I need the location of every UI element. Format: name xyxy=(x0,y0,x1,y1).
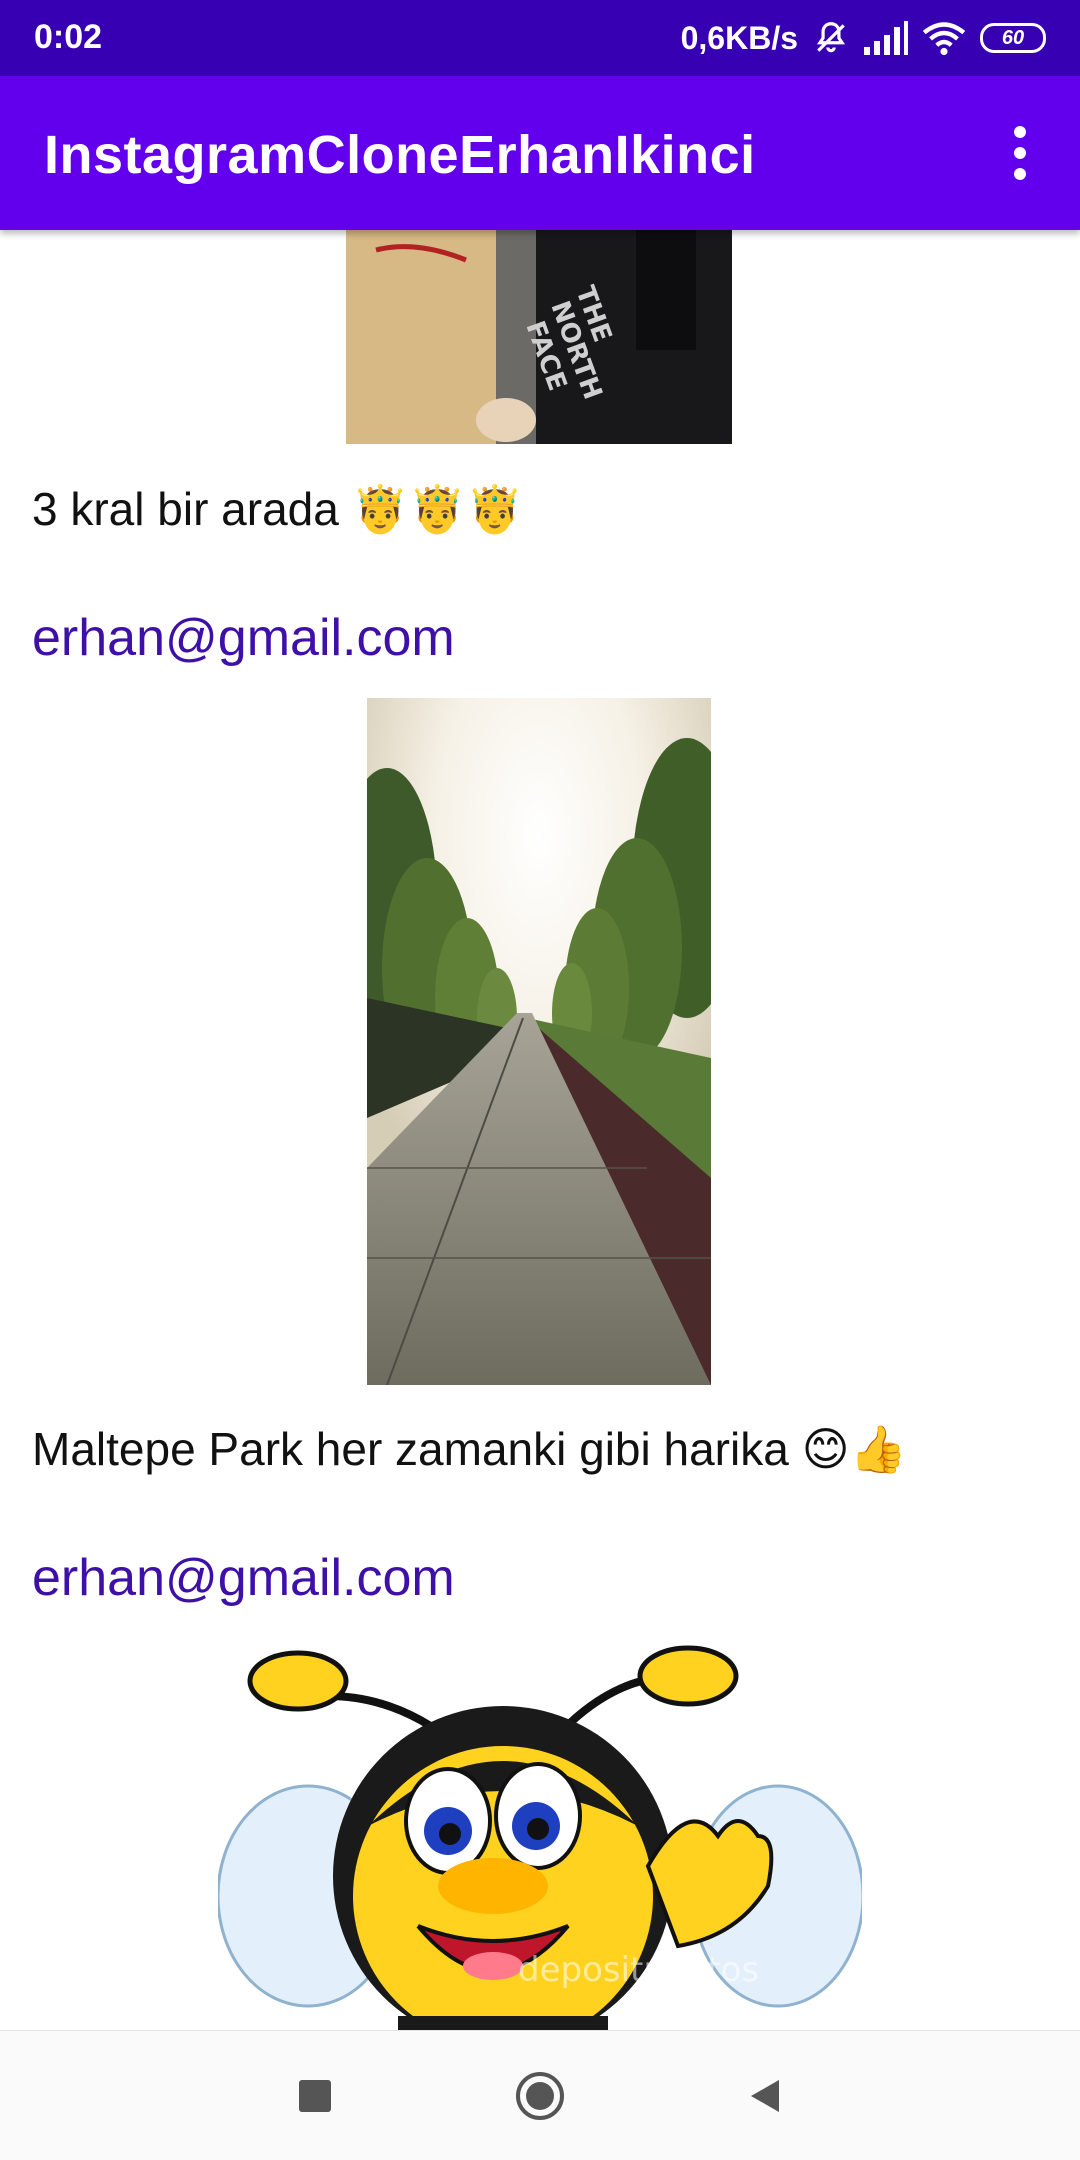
post-image-bee: depositphotos xyxy=(218,1636,862,2030)
watermark-text: depositphotos xyxy=(518,1950,759,1990)
back-triangle-icon xyxy=(751,2080,779,2112)
post-caption: Maltepe Park her zamanki gibi harika 😊👍 xyxy=(32,1423,907,1475)
battery-level: 60 xyxy=(1001,26,1025,49)
status-icons: 0,6KB/s 60 xyxy=(681,14,1046,62)
square-icon xyxy=(299,2080,331,2112)
post-author-email[interactable]: erhan@gmail.com xyxy=(32,608,455,668)
battery-icon: 60 xyxy=(980,23,1046,53)
status-time: 0:02 xyxy=(34,18,103,56)
circle-icon xyxy=(516,2072,564,2120)
post-image-people: THE NORTH FACE xyxy=(346,230,732,444)
post-caption: 3 kral bir arada 🤴🤴🤴 xyxy=(32,483,524,535)
back-button[interactable] xyxy=(730,2061,800,2131)
signal-icon xyxy=(864,21,908,55)
system-nav-bar xyxy=(0,2030,1080,2160)
post-image-park xyxy=(367,698,711,1385)
mute-bell-icon xyxy=(812,19,850,57)
home-button[interactable] xyxy=(505,2061,575,2131)
wifi-icon xyxy=(922,20,966,56)
app-title: InstagramCloneErhanIkinci xyxy=(44,125,756,185)
status-bar: 0:02 0,6KB/s 60 xyxy=(0,0,1080,76)
overflow-menu-icon[interactable] xyxy=(990,116,1050,190)
app-bar: InstagramCloneErhanIkinci xyxy=(0,76,1080,230)
feed-list[interactable]: THE NORTH FACE 3 kral bir arada 🤴🤴🤴 erha… xyxy=(0,230,1080,2030)
screen: 0:02 0,6KB/s 60 InstagramCloneErhanIkinc… xyxy=(0,0,1080,2160)
post-author-email[interactable]: erhan@gmail.com xyxy=(32,1548,455,1608)
network-speed: 0,6KB/s xyxy=(680,19,798,56)
recents-button[interactable] xyxy=(280,2061,350,2131)
